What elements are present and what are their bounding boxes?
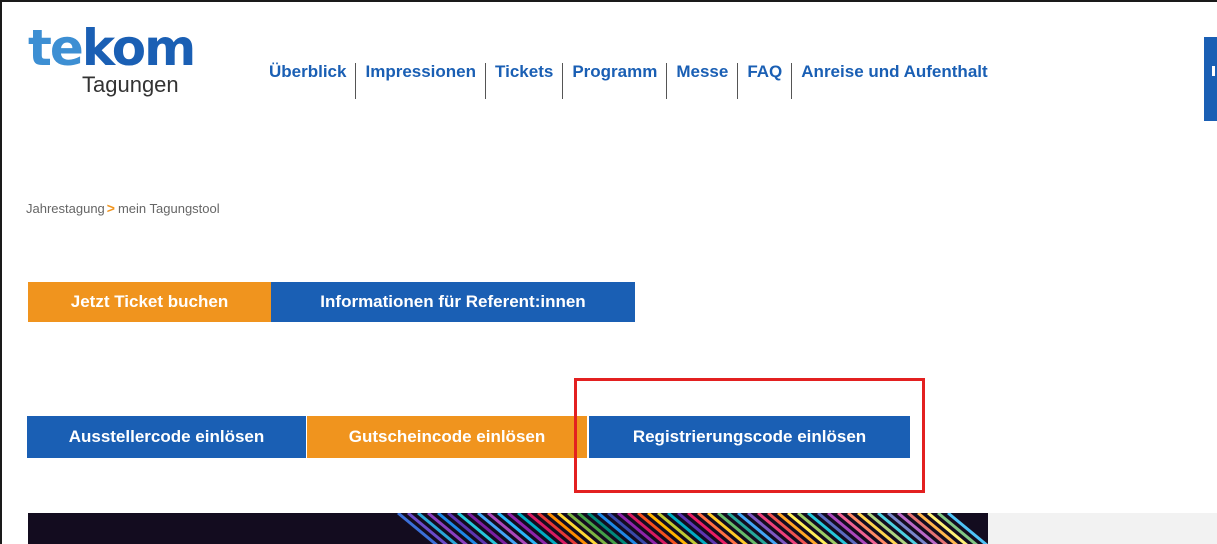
nav-item-messe[interactable]: Messe bbox=[667, 59, 737, 85]
speaker-info-button[interactable]: Informationen für Referent:innen bbox=[271, 282, 635, 322]
tekom-logo[interactable]: tekom Tagungen bbox=[28, 20, 198, 110]
nav-item-faq[interactable]: FAQ bbox=[738, 59, 791, 85]
banner-side-panel bbox=[988, 513, 1217, 544]
breadcrumb-parent[interactable]: Jahrestagung bbox=[26, 201, 105, 216]
logo-wordmark: tekom bbox=[28, 19, 196, 77]
logo-te: te bbox=[28, 19, 84, 77]
nav-item-impressionen[interactable]: Impressionen bbox=[356, 59, 485, 85]
hero-banner-image bbox=[28, 513, 988, 544]
page-frame: tekom Tagungen Überblick Impressionen Ti… bbox=[0, 0, 1217, 544]
side-tab-mark bbox=[1212, 66, 1215, 76]
logo-subtitle: Tagungen bbox=[82, 72, 179, 97]
redeem-exhibitor-code-button[interactable]: Ausstellercode einlösen bbox=[27, 416, 306, 458]
book-ticket-button[interactable]: Jetzt Ticket buchen bbox=[28, 282, 271, 322]
nav-item-ueberblick[interactable]: Überblick bbox=[260, 59, 355, 85]
breadcrumb-current: mein Tagungstool bbox=[117, 200, 220, 216]
nav-item-tickets[interactable]: Tickets bbox=[486, 59, 562, 85]
side-tab-button[interactable] bbox=[1204, 37, 1217, 121]
breadcrumb-separator-icon: > bbox=[106, 200, 115, 216]
main-navigation: Überblick Impressionen Tickets Programm … bbox=[260, 59, 997, 99]
nav-item-anreise[interactable]: Anreise und Aufenthalt bbox=[792, 59, 996, 85]
nav-item-programm[interactable]: Programm bbox=[563, 59, 666, 85]
highlight-annotation-box bbox=[574, 378, 925, 493]
breadcrumb: Jahrestagung > mein Tagungstool bbox=[26, 200, 220, 216]
logo-kom: kom bbox=[81, 19, 196, 77]
redeem-voucher-code-button[interactable]: Gutscheincode einlösen bbox=[307, 416, 587, 458]
colorful-threads-graphic bbox=[28, 513, 988, 544]
